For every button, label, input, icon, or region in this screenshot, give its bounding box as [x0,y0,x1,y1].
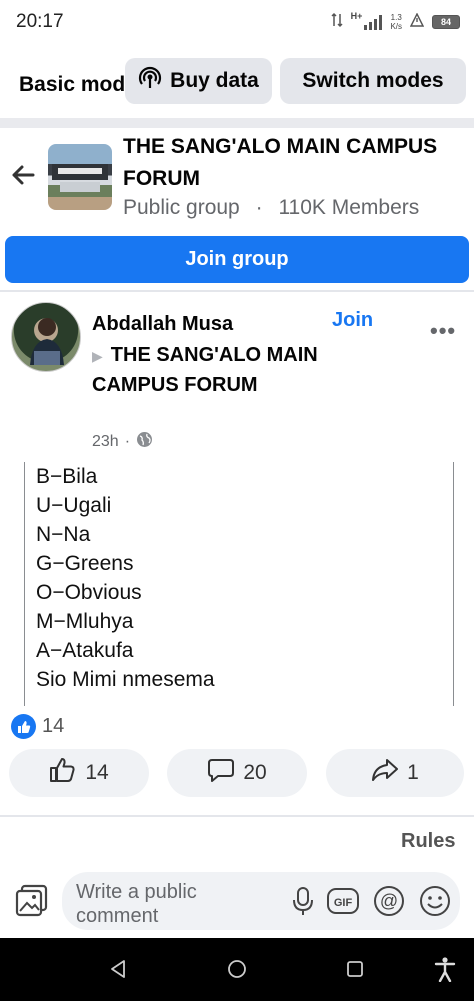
post-line: Sio Mimi nmesema [36,668,215,691]
nav-home-icon[interactable] [222,954,252,984]
switch-modes-label: Switch modes [302,69,444,92]
svg-text:GIF: GIF [334,897,353,909]
section-divider [0,118,474,128]
like-button[interactable]: 14 [9,749,149,797]
battery-icon: 84 [432,14,460,29]
status-icons: H+ 1.3 K/s 84 [331,10,460,31]
post-group-link[interactable]: ▶ THE SANG'ALO MAIN CAMPUS FORUM [92,341,322,400]
status-time: 20:17 [16,11,64,32]
divider [0,290,474,292]
back-arrow-icon[interactable] [10,162,36,188]
network-type: H+ [350,10,363,21]
status-bar: 20:17 H+ 1.3 K/s 84 [0,0,474,48]
signal-icon [364,14,383,30]
system-nav-bar [0,938,474,1001]
comment-input[interactable]: Write a public comment GIF @ [62,872,460,930]
comment-bubble-icon [207,757,235,789]
post-line: M−Mluhya [36,610,134,633]
comment-count: 20 [243,761,267,784]
rules-link[interactable]: Rules [401,830,455,853]
group-cover-image[interactable] [48,144,112,210]
post-timestamp: 23h · [92,431,153,453]
avatar[interactable] [11,302,81,372]
post-join-button[interactable]: Join [332,309,373,332]
like-reaction-icon [11,714,36,739]
data-transfer-icon [331,12,343,31]
group-meta: Public group · 110K Members [123,196,419,220]
accessibility-icon[interactable] [430,954,460,984]
thumbs-up-icon [49,757,77,789]
post-group-name: THE SANG'ALO MAIN CAMPUS FORUM [92,344,318,396]
post-body: B−Bila U−Ugali N−Na G−Greens O−Obvious M… [24,462,454,706]
nav-back-icon[interactable] [104,954,134,984]
comment-placeholder: Write a public comment [76,881,197,927]
group-members[interactable]: 110K Members [278,196,419,219]
microphone-icon[interactable] [286,884,320,918]
reaction-summary[interactable]: 14 [11,714,64,739]
post-author[interactable]: Abdallah Musa [92,313,233,336]
basic-mode-label: Basic mode [19,73,125,96]
photo-icon[interactable] [14,882,50,918]
globe-icon [136,431,153,453]
time-separator: · [124,433,131,450]
reaction-count: 14 [42,715,65,737]
post-line: G−Greens [36,552,134,575]
broadcast-icon [138,66,162,96]
share-button[interactable]: 1 [326,749,464,797]
gif-icon[interactable]: GIF [326,884,360,918]
group-title[interactable]: THE SANG'ALO MAIN CAMPUS FORUM [123,131,463,195]
share-count: 1 [407,761,419,784]
svg-text:@: @ [380,891,398,911]
speed-indicator: 1.3 K/s [390,13,402,31]
speed-unit: K/s [390,21,402,31]
join-group-button[interactable]: Join group [5,236,469,283]
join-group-label: Join group [185,248,289,270]
group-privacy: Public group [123,196,240,219]
buy-data-button[interactable]: Buy data [125,58,272,104]
at-icon[interactable]: @ [372,884,406,918]
smiley-icon[interactable] [418,884,452,918]
comment-button[interactable]: 20 [167,749,307,797]
like-count: 14 [85,761,109,784]
post-line: U−Ugali [36,494,112,517]
meta-separator: · [255,196,263,219]
post-line: N−Na [36,523,91,546]
divider [0,815,474,817]
post-time: 23h [92,433,119,450]
post-line: A−Atakufa [36,639,134,662]
more-options-icon[interactable]: ••• [430,318,456,344]
post-line: B−Bila [36,465,98,488]
triangle-right-icon: ▶ [92,348,103,364]
share-arrow-icon [371,757,399,789]
buy-data-label: Buy data [170,69,259,92]
post-line: O−Obvious [36,581,142,604]
speed-value: 1.3 [390,12,402,22]
nav-recents-icon[interactable] [340,954,370,984]
alert-icon [409,12,425,30]
switch-modes-button[interactable]: Switch modes [280,58,466,104]
